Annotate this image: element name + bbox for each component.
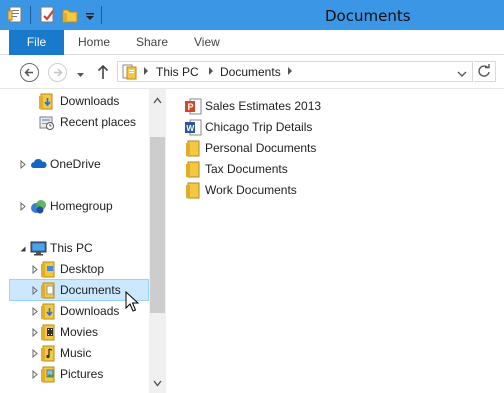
chevron-down-icon — [77, 73, 84, 77]
tab-file[interactable]: File — [9, 30, 64, 55]
breadcrumb-separator-icon[interactable] — [287, 65, 293, 80]
window-title: Documents — [325, 7, 411, 25]
address-bar[interactable]: This PC Documents — [117, 61, 473, 82]
expand-arrow-icon[interactable] — [31, 301, 39, 322]
music-folder-icon — [40, 345, 57, 362]
tab-share[interactable]: Share — [136, 30, 168, 55]
collapse-arrow-icon[interactable] — [19, 238, 27, 259]
nav-item-desktop[interactable]: Desktop — [0, 259, 149, 280]
back-button[interactable] — [20, 63, 39, 82]
expand-arrow-icon[interactable] — [19, 196, 27, 217]
movies-folder-icon — [40, 324, 57, 341]
downloads-folder-icon — [38, 93, 55, 110]
onedrive-cloud-icon — [30, 156, 47, 173]
nav-item-pictures[interactable]: Pictures — [0, 364, 149, 385]
refresh-button[interactable] — [474, 61, 496, 82]
mouse-cursor-icon — [125, 290, 140, 313]
tab-view[interactable]: View — [194, 30, 220, 55]
qat-divider — [101, 6, 102, 24]
nav-item-downloads[interactable]: Downloads — [0, 91, 149, 112]
chevron-down-icon — [457, 71, 467, 77]
homegroup-icon — [30, 198, 47, 215]
breadcrumb-this-pc[interactable]: This PC — [156, 65, 199, 79]
scroll-down-icon[interactable] — [153, 376, 162, 390]
recent-places-icon — [38, 114, 55, 131]
expand-arrow-icon[interactable] — [31, 259, 39, 280]
properties-icon[interactable] — [7, 6, 24, 24]
svg-text:W: W — [186, 123, 195, 133]
computer-icon — [30, 240, 47, 257]
nav-item-onedrive[interactable]: OneDrive — [0, 154, 149, 175]
recent-locations-button[interactable] — [76, 68, 85, 82]
tab-home[interactable]: Home — [78, 30, 110, 55]
navigation-pane: Downloads Recent places OneDrive Homegro… — [0, 89, 166, 393]
folder-icon — [185, 161, 202, 178]
ribbon-tabs: File Home Share View — [0, 30, 504, 55]
downloads-folder-icon — [40, 303, 57, 320]
expand-arrow-icon[interactable] — [31, 364, 39, 385]
title-bar: Documents — [0, 0, 504, 30]
expand-arrow-icon[interactable] — [31, 280, 39, 301]
desktop-folder-icon — [40, 261, 57, 278]
scroll-up-icon[interactable] — [153, 93, 162, 107]
powerpoint-file-icon: P — [185, 98, 202, 115]
expand-arrow-icon[interactable] — [19, 154, 27, 175]
folder-icon — [185, 140, 202, 157]
forward-arrow-icon — [54, 68, 63, 77]
folder-icon — [185, 182, 202, 199]
scrollbar-thumb[interactable] — [150, 137, 165, 313]
pictures-folder-icon — [40, 366, 57, 383]
forward-button[interactable] — [48, 63, 67, 82]
navigation-bar: This PC Documents — [0, 55, 504, 89]
nav-item-homegroup[interactable]: Homegroup — [0, 196, 149, 217]
qat-divider — [30, 6, 31, 24]
expand-arrow-icon[interactable] — [31, 343, 39, 364]
customize-qat-icon[interactable] — [84, 6, 100, 24]
new-folder-icon[interactable] — [62, 6, 78, 24]
back-arrow-icon — [24, 68, 33, 77]
svg-text:P: P — [188, 102, 194, 112]
word-file-icon: W — [185, 119, 202, 136]
breadcrumb-separator-icon[interactable] — [143, 65, 149, 80]
nav-item-movies[interactable]: Movies — [0, 322, 149, 343]
documents-library-icon — [121, 63, 138, 83]
refresh-icon — [478, 64, 490, 77]
file-list: P Sales Estimates 2013 W Chicago Trip De… — [185, 98, 322, 199]
breadcrumb-documents[interactable]: Documents — [220, 65, 281, 79]
address-history-button[interactable] — [457, 67, 467, 81]
documents-folder-icon — [40, 282, 57, 299]
navigation-pane-scrollbar[interactable] — [149, 89, 166, 393]
new-document-icon[interactable] — [40, 6, 56, 24]
up-arrow-icon — [97, 64, 109, 79]
nav-item-music[interactable]: Music — [0, 343, 149, 364]
breadcrumb-separator-icon[interactable] — [208, 65, 214, 80]
expand-arrow-icon[interactable] — [31, 322, 39, 343]
up-button[interactable] — [97, 64, 109, 83]
nav-item-this-pc[interactable]: This PC — [0, 238, 149, 259]
nav-item-recent-places[interactable]: Recent places — [0, 112, 149, 133]
